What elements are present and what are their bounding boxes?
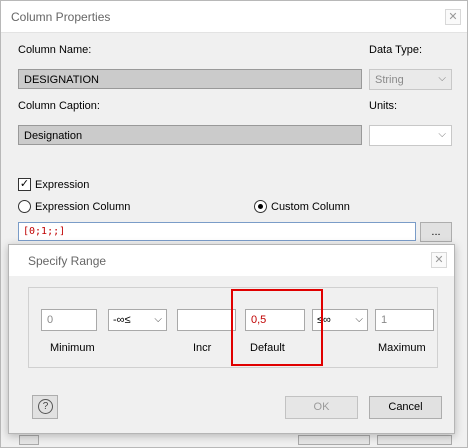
data-type-select[interactable]: String ⌵ [369, 69, 452, 90]
chevron-down-icon: ⌵ [438, 73, 446, 84]
window-title: Column Properties [11, 10, 111, 24]
column-caption-field[interactable]: Designation [18, 125, 362, 145]
custom-column-radio[interactable] [254, 200, 267, 213]
background-button-peek [19, 435, 39, 445]
expression-column-label: Expression Column [35, 201, 131, 213]
units-select[interactable]: ⌵ [369, 125, 452, 146]
maximum-input[interactable]: 1 [375, 309, 434, 331]
incr-label: Incr [193, 342, 212, 354]
expression-checkbox[interactable]: ✓ [18, 178, 31, 191]
background-button-peek [298, 435, 370, 445]
incr-input[interactable] [177, 309, 236, 331]
window-titlebar: Column Properties ✕ [1, 1, 467, 33]
dialog-title: Specify Range [28, 254, 107, 268]
help-icon: ? [38, 399, 53, 414]
ok-button[interactable]: OK [285, 396, 358, 419]
dialog-titlebar: Specify Range ✕ [9, 245, 454, 276]
close-icon[interactable]: ✕ [445, 9, 461, 25]
chevron-down-icon: ⌵ [154, 314, 162, 325]
help-button[interactable]: ? [32, 395, 58, 419]
default-highlight-box [231, 289, 323, 366]
close-icon[interactable]: ✕ [431, 252, 447, 268]
column-caption-label: Column Caption: [18, 100, 100, 112]
data-type-label: Data Type: [369, 44, 422, 56]
minimum-label: Minimum [50, 342, 95, 354]
expression-label: Expression [35, 179, 90, 191]
min-operator-select[interactable]: -∞≤ ⌵ [108, 309, 167, 331]
chevron-down-icon: ⌵ [355, 314, 363, 325]
browse-button[interactable]: ... [420, 222, 452, 242]
expression-column-radio[interactable] [18, 200, 31, 213]
expression-input[interactable]: [0;1;;] [18, 222, 416, 241]
specify-range-dialog: Specify Range ✕ 0 -∞≤ ⌵ 0,5 ≤∞ ⌵ 1 Minim… [8, 244, 455, 434]
units-label: Units: [369, 100, 398, 112]
column-name-label: Column Name: [18, 44, 92, 56]
cancel-button[interactable]: Cancel [369, 396, 442, 419]
column-name-field[interactable]: DESIGNATION [18, 69, 362, 89]
data-type-value: String [375, 74, 404, 86]
minimum-input[interactable]: 0 [41, 309, 97, 331]
maximum-label: Maximum [378, 342, 426, 354]
chevron-down-icon: ⌵ [438, 129, 446, 140]
min-operator-value: -∞≤ [113, 314, 131, 326]
radio-selected-dot [258, 204, 263, 209]
custom-column-label: Custom Column [271, 201, 350, 213]
background-button-peek [377, 435, 452, 445]
